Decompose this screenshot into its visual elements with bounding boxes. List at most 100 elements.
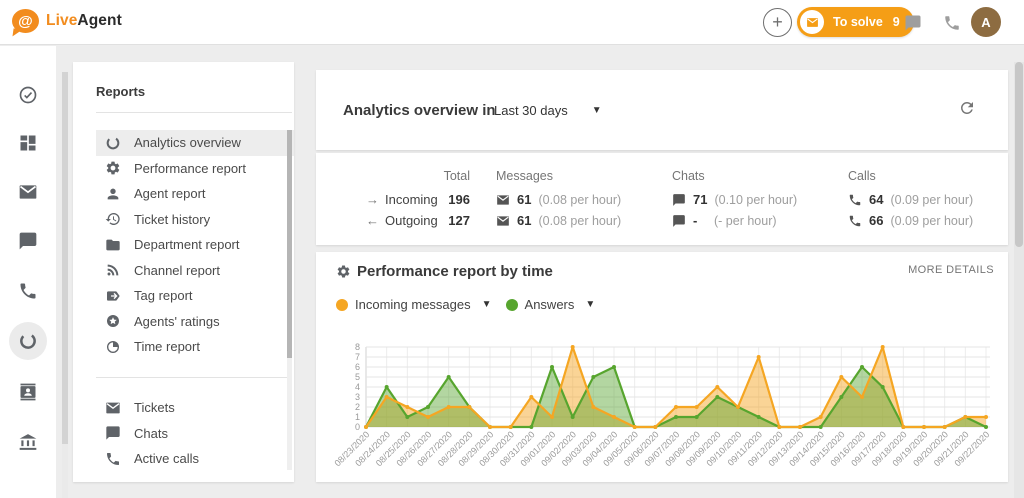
menu-item-analytics-overview[interactable]: Analytics overview [96, 130, 294, 156]
to-solve-button[interactable]: To solve 9 [797, 7, 914, 37]
menu-item-ticket-history[interactable]: Ticket history [96, 207, 294, 233]
column-header-chats: Chats [672, 169, 705, 183]
svg-text:6: 6 [355, 362, 360, 372]
menu-item-tag-report[interactable]: Tag report [96, 283, 294, 309]
menu-item-department-report[interactable]: Department report [96, 232, 294, 258]
sidebar-item-calls[interactable] [18, 281, 38, 301]
calls-button[interactable] [937, 8, 966, 37]
chats-button[interactable] [898, 8, 927, 37]
donut-icon [105, 135, 121, 151]
chevron-down-icon: ▼ [482, 299, 492, 310]
sidebar-item-company[interactable] [18, 432, 38, 452]
menu-item-performance-report[interactable]: Performance report [96, 156, 294, 182]
sidebar-item-tasks[interactable] [18, 85, 38, 105]
column-header-total: Total [412, 169, 470, 183]
reports-panel-title: Reports [96, 84, 145, 99]
tag-icon [105, 288, 121, 304]
sidebar-item-customers[interactable] [18, 382, 38, 402]
chevron-down-icon: ▼ [592, 105, 602, 116]
add-button[interactable]: + [763, 8, 792, 37]
menu-item-tickets[interactable]: Tickets [96, 395, 294, 421]
menu-item-active-calls[interactable]: Active calls [96, 446, 294, 472]
dashboard-icon [18, 133, 38, 153]
incoming-messages-stat: 61 (0.08 per hour) [496, 192, 621, 207]
outgoing-messages-stat: 61 (0.08 per hour) [496, 213, 621, 228]
chat-icon [672, 193, 686, 207]
mail-icon [496, 193, 510, 207]
logo-bubble-icon: @ [12, 9, 39, 33]
outgoing-arrow-icon: ← [366, 213, 379, 228]
top-bar: @ LiveAgent + To solve 9 A [0, 0, 1024, 45]
menu-item-chats[interactable]: Chats [96, 421, 294, 447]
gear-icon [105, 160, 121, 176]
mail-icon [496, 214, 510, 228]
icon-rail-sidebar [0, 46, 56, 498]
folder-icon [105, 237, 121, 253]
plus-icon: + [772, 12, 783, 33]
liveagent-logo[interactable]: @ LiveAgent [12, 9, 122, 33]
svg-text:3: 3 [355, 392, 360, 402]
incoming-arrow-icon: → [366, 192, 379, 207]
reports-panel: Reports Analytics overview Performance r… [73, 62, 294, 482]
phone-icon [848, 193, 862, 207]
mail-icon [18, 182, 38, 202]
rail-scrollbar-thumb[interactable] [62, 72, 68, 444]
stats-summary-card: Total Messages Chats Calls → Incoming 19… [316, 153, 1008, 245]
rss-icon [105, 262, 121, 278]
outgoing-calls-stat: 66 (0.09 per hour) [848, 213, 973, 228]
menu-item-channel-report[interactable]: Channel report [96, 258, 294, 284]
divider [96, 112, 292, 113]
chart-card-title: Performance report by time [357, 263, 553, 280]
svg-text:0: 0 [355, 422, 360, 432]
svg-text:7: 7 [355, 352, 360, 362]
svg-text:2: 2 [355, 402, 360, 412]
mail-icon [800, 10, 824, 34]
phone-icon [18, 281, 38, 301]
date-range-selector[interactable]: Last 30 days ▼ [494, 103, 602, 118]
incoming-chats-stat: 71 (0.10 per hour) [672, 192, 797, 207]
logo-text: LiveAgent [46, 12, 122, 30]
secondary-menu-list: Tickets Chats Active calls [96, 395, 294, 472]
content-scrollbar-thumb[interactable] [1015, 62, 1023, 247]
phone-icon [848, 214, 862, 228]
avatar[interactable]: A [971, 7, 1001, 37]
phone-icon [105, 451, 121, 467]
chevron-down-icon: ▼ [585, 299, 595, 310]
rail-scrollbar-track [62, 72, 68, 498]
contacts-icon [18, 382, 38, 402]
refresh-button[interactable] [958, 99, 978, 119]
check-circle-icon [18, 85, 38, 105]
performance-report-card: Performance report by time MORE DETAILS … [316, 252, 1008, 482]
legend-series-incoming-messages[interactable]: Incoming messages ▼ [336, 297, 492, 312]
page-title: Analytics overview in [343, 102, 496, 119]
person-icon [105, 186, 121, 202]
outgoing-total: 127 [412, 213, 470, 228]
chat-icon [18, 231, 38, 251]
reports-donut-icon [18, 331, 38, 351]
chat-icon [105, 425, 121, 441]
menu-item-agent-report[interactable]: Agent report [96, 181, 294, 207]
menu-item-agents-ratings[interactable]: Agents' ratings [96, 309, 294, 335]
mail-icon [105, 400, 121, 416]
legend-series-answers[interactable]: Answers ▼ [506, 297, 596, 312]
phone-icon [943, 14, 961, 32]
sidebar-item-chats[interactable] [18, 231, 38, 251]
performance-chart: 01234567808/23/202008/24/202008/25/20200… [330, 336, 1008, 482]
menu-scrollbar-thumb[interactable] [287, 130, 292, 358]
refresh-icon [958, 99, 976, 117]
content-scrollbar-track [1014, 62, 1024, 498]
menu-item-time-report[interactable]: Time report [96, 334, 294, 360]
svg-text:5: 5 [355, 372, 360, 382]
incoming-calls-stat: 64 (0.09 per hour) [848, 192, 973, 207]
bank-icon [18, 432, 38, 452]
more-details-link[interactable]: MORE DETAILS [908, 264, 994, 276]
sidebar-item-tickets[interactable] [18, 182, 38, 202]
sidebar-item-reports[interactable] [18, 331, 38, 351]
gear-icon [336, 264, 351, 279]
chart-legend: Incoming messages ▼ Answers ▼ [336, 297, 595, 312]
history-icon [105, 211, 121, 227]
divider [96, 377, 292, 378]
reports-menu-list: Analytics overview Performance report Ag… [96, 130, 294, 360]
svg-text:1: 1 [355, 412, 360, 422]
sidebar-item-dashboard[interactable] [18, 133, 38, 153]
